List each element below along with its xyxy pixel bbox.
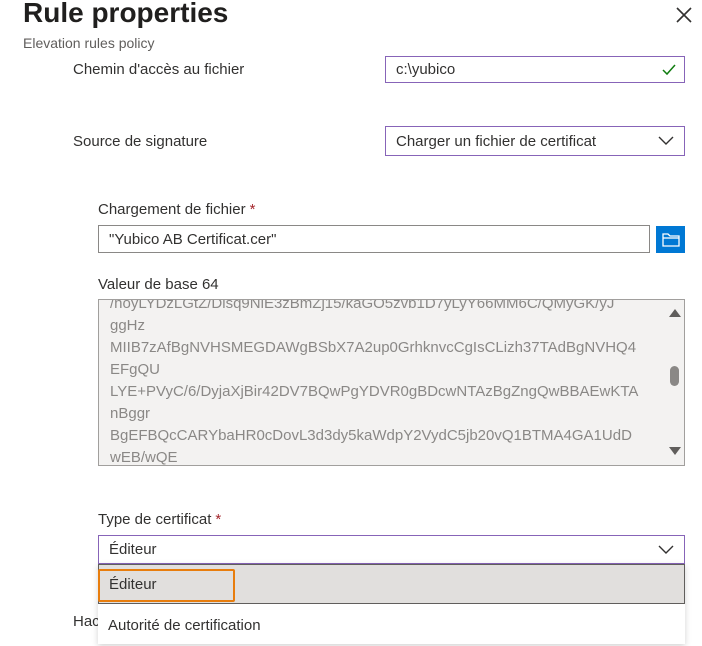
base64-line: wEB/wQE xyxy=(110,449,178,466)
cert-type-value: Éditeur xyxy=(109,541,157,558)
required-marker: * xyxy=(249,201,256,218)
scroll-up-icon[interactable] xyxy=(669,308,681,318)
base64-line: /hoyLYDzLGtZ/Disq9NiE3zBmZj15/kaGO5zvb1D… xyxy=(110,299,615,312)
browse-file-button[interactable] xyxy=(656,226,685,253)
folder-icon xyxy=(661,232,680,247)
panel-subtitle: Elevation rules policy xyxy=(23,35,155,51)
cert-type-options-menu: Éditeur Autorité de certification xyxy=(98,564,685,644)
base64-line: EFgQU xyxy=(110,361,161,378)
file-path-value: c:\yubico xyxy=(396,61,456,78)
option-editeur[interactable]: Éditeur xyxy=(98,564,685,604)
file-upload-value: "Yubico AB Certificat.cer" xyxy=(109,230,277,248)
signature-source-label: Source de signature xyxy=(73,133,208,150)
option-label: Autorité de certification xyxy=(108,616,261,634)
base64-label: Valeur de base 64 xyxy=(98,276,219,293)
option-autorite-certification[interactable]: Autorité de certification xyxy=(98,606,685,644)
panel-title: Rule properties xyxy=(23,0,229,28)
signature-source-dropdown[interactable]: Charger un fichier de certificat xyxy=(385,126,685,156)
base64-line: ggHz xyxy=(110,317,146,334)
base64-text: /hoyLYDzLGtZ/Disq9NiE3zBmZj15/kaGO5zvb1D… xyxy=(110,299,655,466)
scroll-down-icon[interactable] xyxy=(669,446,681,456)
base64-line: nBggr xyxy=(110,405,151,422)
scrollbar-thumb[interactable] xyxy=(670,366,679,386)
file-path-input[interactable]: c:\yubico xyxy=(385,56,685,83)
close-icon xyxy=(676,7,692,23)
close-button[interactable] xyxy=(672,3,696,27)
chevron-down-icon xyxy=(658,136,674,145)
cert-type-label: Type de certificat * xyxy=(98,511,222,528)
checkmark-icon xyxy=(662,64,676,75)
file-upload-input[interactable]: "Yubico AB Certificat.cer" xyxy=(98,225,650,253)
option-label: Éditeur xyxy=(109,575,157,593)
file-upload-label: Chargement de fichier * xyxy=(98,201,256,218)
hidden-field-label: Hac xyxy=(73,613,100,630)
base64-textarea[interactable]: /hoyLYDzLGtZ/Disq9NiE3zBmZj15/kaGO5zvb1D… xyxy=(98,299,685,466)
base64-line: LYE+PVyC/6/DyjaXjBir42DV7BQwPgYDVR0gBDcw… xyxy=(110,383,639,400)
cert-type-dropdown[interactable]: Éditeur xyxy=(98,535,685,564)
base64-scrollbar[interactable] xyxy=(666,300,684,465)
base64-line: BgEFBQcCARYbaHR0cDovL3d3dy5kaWdpY2VydC5j… xyxy=(110,427,632,444)
chevron-down-icon xyxy=(658,545,674,554)
signature-source-value: Charger un fichier de certificat xyxy=(396,132,597,150)
file-path-label: Chemin d'accès au fichier xyxy=(73,61,245,78)
required-marker: * xyxy=(215,511,222,528)
base64-line: MIIB7zAfBgNVHSMEGDAWgBSbX7A2up0GrhknvcCg… xyxy=(110,339,637,356)
